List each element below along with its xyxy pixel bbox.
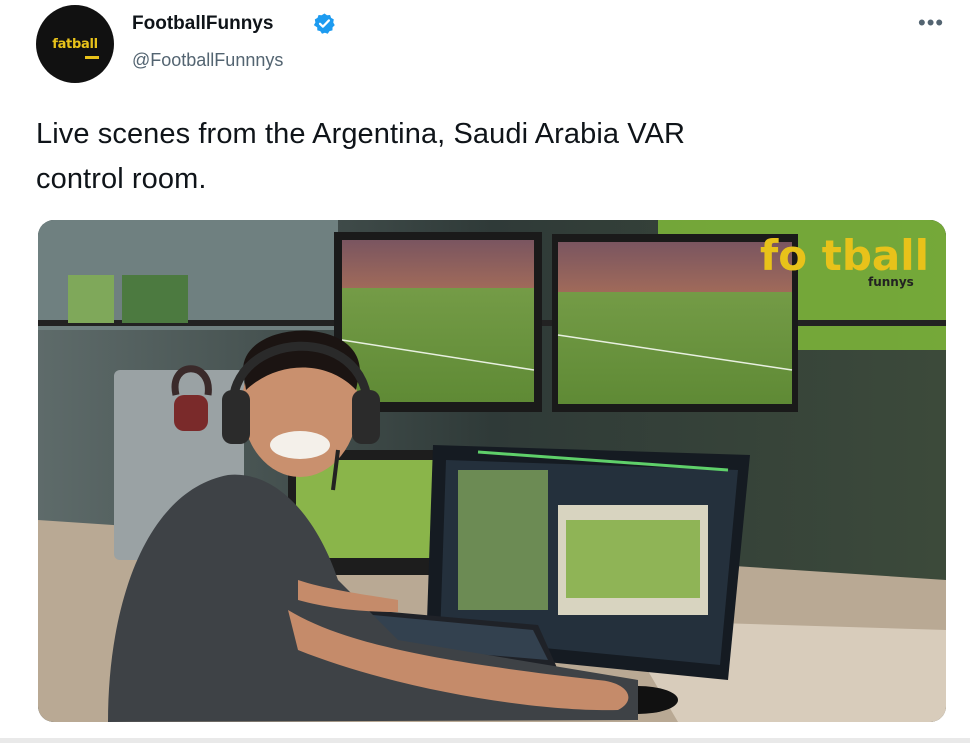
author-avatar[interactable]: fa⁠tball [36, 5, 114, 83]
tweet-divider [0, 738, 970, 743]
avatar-logo-underline [85, 56, 99, 59]
tweet-media-photo[interactable]: fo tball funnys [38, 220, 946, 722]
watermark-sub: funnys [868, 275, 914, 289]
avatar-logo-text: fa⁠tball [52, 36, 98, 52]
tweet-text-line-2: control room. [36, 163, 207, 195]
var-room-photo: fo tball funnys [38, 220, 946, 722]
tweet-text: Live scenes from the Argentina, Saudi Ar… [36, 112, 916, 202]
author-handle[interactable]: @FootballFunnnys [132, 50, 283, 71]
more-options-icon[interactable]: ••• [918, 10, 944, 36]
watermark-main: fo tball [760, 231, 929, 280]
verified-badge-icon [313, 13, 335, 34]
tweet-text-line-1: Live scenes from the Argentina, Saudi Ar… [36, 118, 686, 150]
author-display-name[interactable]: FootballFunnys [132, 13, 273, 35]
